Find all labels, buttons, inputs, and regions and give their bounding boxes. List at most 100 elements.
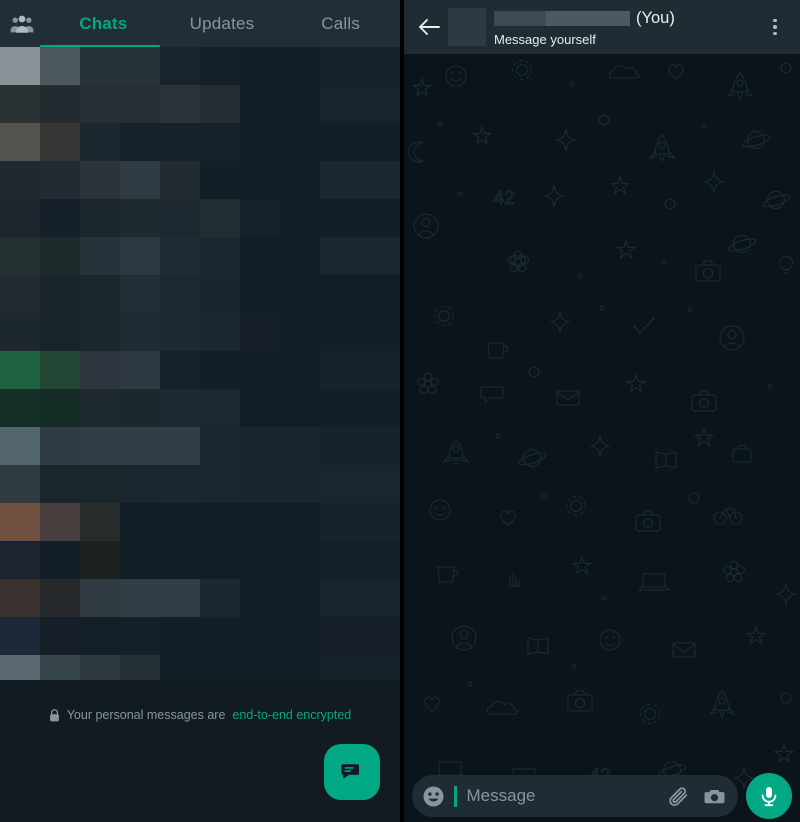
chat-list-row-censored[interactable] [0,617,400,655]
mosaic-cell [360,161,400,199]
tab-calls[interactable]: Calls [281,0,400,47]
mosaic-cell [40,199,80,237]
mosaic-cell [120,503,160,541]
chat-list-row-censored[interactable] [0,199,400,237]
mosaic-cell [40,541,80,579]
mosaic-cell [360,237,400,275]
mosaic-cell [200,579,240,617]
mosaic-cell [280,579,320,617]
chat-list-row-censored[interactable] [0,579,400,617]
mosaic-cell [80,541,120,579]
mosaic-cell [80,47,120,85]
mosaic-cell [360,617,400,655]
mosaic-cell [240,123,280,161]
tab-updates[interactable]: Updates [163,0,282,47]
mosaic-cell [200,655,240,680]
contact-avatar[interactable] [448,8,486,46]
chat-list-row-censored[interactable] [0,351,400,389]
chat-list-row-censored[interactable] [0,85,400,123]
mosaic-cell [80,617,120,655]
mosaic-cell [280,275,320,313]
mosaic-cell [40,351,80,389]
mosaic-cell [0,427,40,465]
mosaic-cell [120,351,160,389]
communities-icon[interactable] [0,0,44,47]
back-button[interactable] [412,0,446,54]
mosaic-cell [80,351,120,389]
mosaic-cell [200,123,240,161]
chat-list-row-censored[interactable] [0,275,400,313]
mosaic-cell [120,123,160,161]
conversation-pane: (You) Message yourself [404,0,800,822]
mosaic-cell [360,427,400,465]
camera-icon[interactable] [702,785,726,808]
mosaic-cell [80,123,120,161]
mosaic-cell [0,579,40,617]
mosaic-cell [40,85,80,123]
chat-list-row-censored[interactable] [0,427,400,465]
mosaic-cell [320,85,360,123]
mosaic-cell [160,313,200,351]
chat-list-row-censored[interactable] [0,123,400,161]
menu-dot [773,25,777,29]
mosaic-cell [160,617,200,655]
mosaic-cell [360,579,400,617]
new-chat-fab-button[interactable] [324,744,380,800]
chat-list-row-censored[interactable] [0,503,400,541]
mosaic-cell [80,465,120,503]
chat-list-row-censored[interactable] [0,161,400,199]
mosaic-cell [120,85,160,123]
mosaic-cell [280,503,320,541]
mosaic-cell [240,465,280,503]
mosaic-cell [240,655,280,680]
mosaic-cell [160,465,200,503]
mosaic-cell [80,237,120,275]
message-input[interactable]: Message [412,775,738,817]
mosaic-cell [120,237,160,275]
microphone-button[interactable] [746,773,792,819]
chat-list-row-censored[interactable] [0,465,400,503]
chat-list-row-censored[interactable] [0,655,400,680]
mosaic-cell [160,579,200,617]
mosaic-cell [280,655,320,680]
whatsapp-doodle-wallpaper: 42 [404,54,800,822]
mosaic-cell [320,275,360,313]
tab-chats[interactable]: Chats [44,0,163,47]
mosaic-cell [160,199,200,237]
mosaic-cell [360,123,400,161]
mosaic-cell [240,541,280,579]
chat-list-row-censored[interactable] [0,541,400,579]
mosaic-cell [200,389,240,427]
mosaic-cell [240,389,280,427]
mosaic-cell [200,161,240,199]
encryption-notice-text: Your personal messages are [67,708,226,722]
chat-list-row-censored[interactable] [0,313,400,351]
mosaic-cell [120,579,160,617]
mosaic-cell [120,617,160,655]
mosaic-cell [40,503,80,541]
censored-chat-list[interactable] [0,47,400,680]
mosaic-cell [200,503,240,541]
mosaic-cell [240,85,280,123]
end-to-end-encrypted-link[interactable]: end-to-end encrypted [232,708,351,722]
mosaic-cell [200,237,240,275]
mosaic-cell [120,465,160,503]
mosaic-cell [0,617,40,655]
mosaic-cell [80,427,120,465]
chat-list-row-censored[interactable] [0,237,400,275]
chat-list-row-censored[interactable] [0,389,400,427]
mosaic-cell [320,427,360,465]
mosaic-cell [120,541,160,579]
contact-title-row: (You) [494,8,758,30]
mosaic-cell [160,503,200,541]
emoji-icon[interactable] [422,785,445,808]
new-chat-icon [339,759,365,785]
mosaic-cell [120,427,160,465]
message-area[interactable]: 42 [404,54,800,822]
contact-info-block[interactable]: (You) Message yourself [494,0,758,54]
chat-list-row-censored[interactable] [0,47,400,85]
mosaic-cell [240,199,280,237]
attachment-paperclip-icon[interactable] [666,785,690,808]
overflow-menu-icon[interactable] [758,0,792,54]
mosaic-cell [40,389,80,427]
